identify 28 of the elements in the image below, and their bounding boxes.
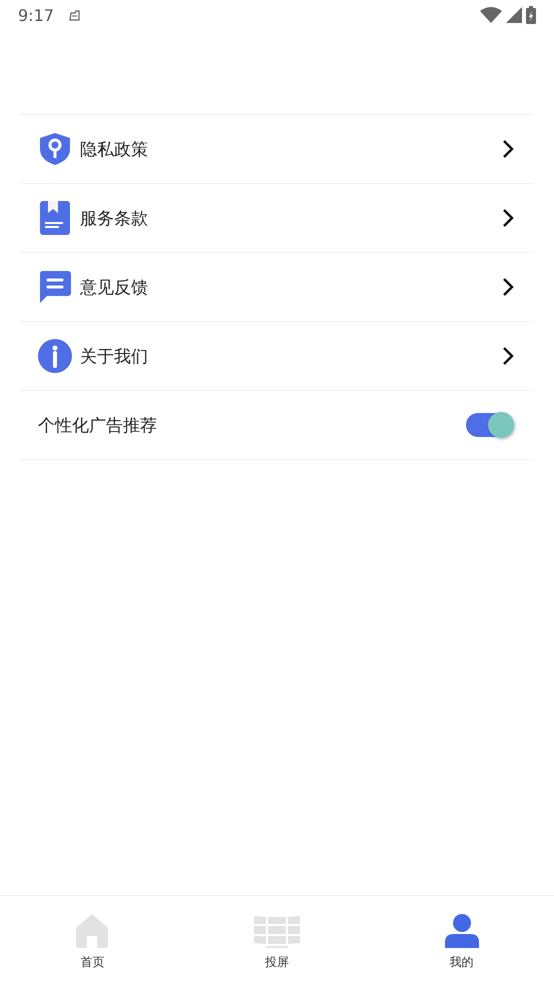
menu-label: 意见反馈 bbox=[80, 276, 148, 298]
menu-label: 关于我们 bbox=[80, 346, 148, 368]
screen-wall-icon bbox=[254, 914, 300, 948]
chevron-right-icon bbox=[502, 346, 514, 366]
home-icon bbox=[76, 914, 108, 948]
menu-label: 个性化广告推荐 bbox=[38, 414, 157, 436]
chevron-right-icon bbox=[502, 139, 514, 159]
status-time: 9:17 bbox=[18, 6, 54, 24]
signal-icon bbox=[506, 7, 522, 23]
menu-item[interactable]: 关于我们 bbox=[20, 322, 534, 391]
menu-item[interactable]: 隐私政策 bbox=[20, 115, 534, 184]
nav-tab[interactable]: 我的 bbox=[369, 896, 554, 984]
menu-item[interactable]: 意见反馈 bbox=[20, 253, 534, 322]
shield-key-icon bbox=[39, 132, 71, 166]
info-icon bbox=[38, 339, 72, 373]
battery-icon bbox=[526, 6, 536, 24]
menu-label: 服务条款 bbox=[80, 208, 148, 230]
nav-tab[interactable]: 首页 bbox=[0, 896, 185, 984]
person-icon bbox=[444, 914, 479, 948]
nav-tab[interactable]: 投屏 bbox=[184, 896, 370, 984]
menu-label: 隐私政策 bbox=[80, 138, 148, 160]
bookmark-book-icon bbox=[40, 201, 70, 235]
menu-item[interactable]: 服务条款 bbox=[20, 184, 534, 253]
chevron-right-icon bbox=[502, 208, 514, 228]
message-icon bbox=[39, 271, 71, 303]
toggle-switch[interactable] bbox=[466, 413, 512, 437]
chevron-right-icon bbox=[502, 277, 514, 297]
wifi-icon bbox=[480, 7, 502, 23]
